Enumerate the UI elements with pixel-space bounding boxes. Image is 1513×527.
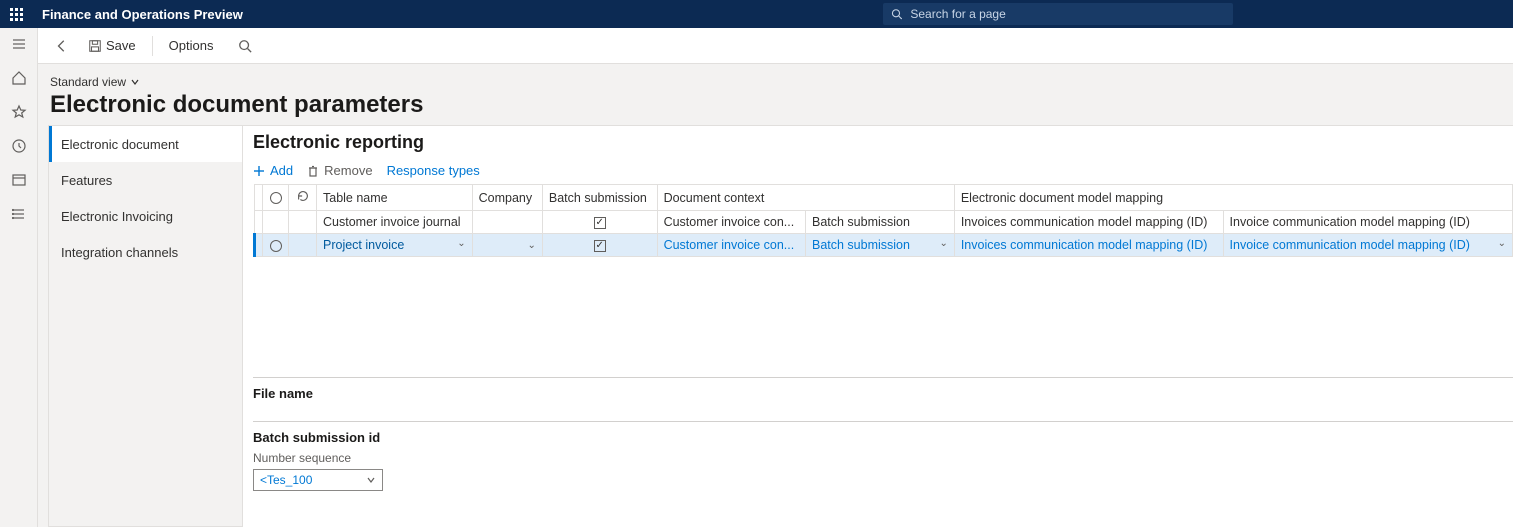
- sidepanel-item-electronic-document[interactable]: Electronic document: [49, 126, 242, 162]
- search-icon: [891, 8, 902, 20]
- sidepanel-label: Electronic document: [61, 137, 179, 152]
- view-selector[interactable]: Standard view: [50, 75, 140, 89]
- cell-doc-context-1[interactable]: Customer invoice con...: [657, 211, 805, 234]
- section-title: Electronic reporting: [253, 132, 1513, 153]
- search-wrap: [883, 3, 1233, 25]
- save-label: Save: [106, 38, 136, 53]
- content-column: Save Options Standard view Electronic do…: [38, 28, 1513, 527]
- sidepanel-item-features[interactable]: Features: [49, 162, 242, 198]
- add-button[interactable]: Add: [253, 163, 293, 178]
- cell-company[interactable]: [472, 211, 542, 234]
- response-types-button[interactable]: Response types: [387, 163, 480, 178]
- action-search-button[interactable]: [231, 32, 259, 60]
- action-bar: Save Options: [38, 28, 1513, 64]
- number-sequence-label: Number sequence: [253, 451, 1513, 465]
- nav-rail: [0, 28, 38, 527]
- grid-toolbar: Add Remove Response types: [253, 163, 1513, 178]
- chevron-down-icon[interactable]: ⌄: [528, 240, 536, 251]
- chevron-down-icon: [130, 77, 140, 87]
- sidepanel-label: Features: [61, 173, 112, 188]
- grid-row[interactable]: Project invoice⌄ ⌄ Customer invoice con.…: [255, 234, 1513, 257]
- search-input[interactable]: [908, 6, 1225, 22]
- cell-mapping-2[interactable]: Invoice communication model mapping (ID)…: [1223, 234, 1512, 257]
- side-panel: Electronic document Features Electronic …: [48, 125, 243, 527]
- page-header: Standard view Electronic document parame…: [38, 64, 1513, 125]
- view-name: Standard view: [50, 75, 126, 89]
- col-company[interactable]: Company: [472, 185, 542, 211]
- global-search[interactable]: [883, 3, 1233, 25]
- divider: [152, 36, 153, 56]
- chevron-down-icon[interactable]: ⌄: [1498, 238, 1506, 249]
- batch-submission-id-section: Batch submission id Number sequence <Tes…: [253, 421, 1513, 491]
- row-marker: [255, 211, 263, 234]
- sidepanel-item-integration-channels[interactable]: Integration channels: [49, 234, 242, 270]
- row-edit[interactable]: [289, 234, 317, 257]
- file-name-section: File name: [253, 377, 1513, 401]
- plus-icon: [253, 165, 265, 177]
- cell-company[interactable]: ⌄: [472, 234, 542, 257]
- row-marker: [255, 234, 263, 257]
- remove-label: Remove: [324, 163, 372, 178]
- grid-refresh[interactable]: [289, 185, 317, 211]
- search-icon: [238, 39, 252, 53]
- waffle-icon: [10, 8, 23, 21]
- trash-icon: [307, 165, 319, 177]
- main-area: Save Options Standard view Electronic do…: [0, 28, 1513, 527]
- refresh-icon: [296, 189, 310, 203]
- col-batch-submission[interactable]: Batch submission: [542, 185, 657, 211]
- response-types-label: Response types: [387, 163, 480, 178]
- work-area: Electronic reporting Add Remove Response…: [243, 125, 1513, 527]
- app-launcher-button[interactable]: [0, 0, 32, 28]
- row-edit[interactable]: [289, 211, 317, 234]
- save-button[interactable]: Save: [80, 32, 144, 60]
- save-icon: [88, 39, 102, 53]
- chevron-down-icon[interactable]: ⌄: [457, 238, 465, 249]
- options-button[interactable]: Options: [161, 38, 222, 53]
- number-sequence-combo[interactable]: <Tes_100: [253, 469, 383, 491]
- cell-table-name[interactable]: Project invoice⌄: [317, 234, 473, 257]
- grid-select-all[interactable]: [263, 185, 289, 211]
- cell-doc-context-2[interactable]: Batch submission: [806, 211, 955, 234]
- page-body: Electronic document Features Electronic …: [38, 125, 1513, 527]
- batch-submission-id-title: Batch submission id: [253, 430, 1513, 445]
- title-bar: Finance and Operations Preview: [0, 0, 1513, 28]
- file-name-title: File name: [253, 386, 1513, 401]
- er-grid: Table name Company Batch submission Docu…: [253, 184, 1513, 257]
- add-label: Add: [270, 163, 293, 178]
- home-icon[interactable]: [9, 68, 29, 88]
- cell-mapping-1[interactable]: Invoices communication model mapping (ID…: [954, 234, 1223, 257]
- cell-doc-context-2[interactable]: Batch submission⌄: [806, 234, 955, 257]
- modules-icon[interactable]: [9, 204, 29, 224]
- cell-mapping-2[interactable]: Invoice communication model mapping (ID): [1223, 211, 1512, 234]
- app-title: Finance and Operations Preview: [42, 7, 243, 22]
- back-button[interactable]: [48, 32, 76, 60]
- col-document-context[interactable]: Document context: [657, 185, 954, 211]
- checkbox-icon: [594, 240, 606, 252]
- page-title: Electronic document parameters: [50, 91, 1501, 119]
- cell-table-name[interactable]: Customer invoice journal: [317, 211, 473, 234]
- row-select[interactable]: [263, 234, 289, 257]
- cell-doc-context-1[interactable]: Customer invoice con...: [657, 234, 805, 257]
- col-model-mapping[interactable]: Electronic document model mapping: [954, 185, 1512, 211]
- cell-batch-submission[interactable]: [542, 234, 657, 257]
- favorite-icon[interactable]: [9, 102, 29, 122]
- remove-button[interactable]: Remove: [307, 163, 372, 178]
- grid-row[interactable]: Customer invoice journal Customer invoic…: [255, 211, 1513, 234]
- col-table-name[interactable]: Table name: [317, 185, 473, 211]
- chevron-down-icon[interactable]: ⌄: [939, 238, 947, 249]
- hamburger-icon[interactable]: [9, 34, 29, 54]
- chevron-down-icon: [366, 475, 376, 485]
- number-sequence-value: <Tes_100: [260, 473, 312, 487]
- sidepanel-item-electronic-invoicing[interactable]: Electronic Invoicing: [49, 198, 242, 234]
- cell-batch-submission[interactable]: [542, 211, 657, 234]
- grid-header-row: Table name Company Batch submission Docu…: [255, 185, 1513, 211]
- checkbox-icon: [594, 217, 606, 229]
- workspace-icon[interactable]: [9, 170, 29, 190]
- sidepanel-label: Electronic Invoicing: [61, 209, 173, 224]
- sidepanel-label: Integration channels: [61, 245, 178, 260]
- cell-mapping-1[interactable]: Invoices communication model mapping (ID…: [954, 211, 1223, 234]
- grid-marker-col: [255, 185, 263, 211]
- recent-icon[interactable]: [9, 136, 29, 156]
- row-select[interactable]: [263, 211, 289, 234]
